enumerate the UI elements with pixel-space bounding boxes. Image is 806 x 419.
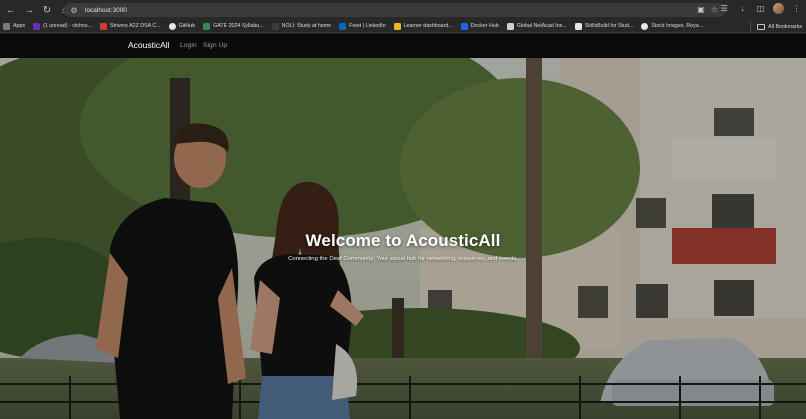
bookmark-item[interactable]: GATE 2024 Syllabu... bbox=[203, 21, 264, 32]
hero-title: Welcome to AcousticAll bbox=[305, 231, 501, 250]
bookmark-star-icon[interactable]: ☆ bbox=[711, 5, 718, 14]
bookmark-item[interactable]: Strivers A2Z DSA C... bbox=[99, 21, 161, 32]
bookmark-item[interactable]: Stock Images, Roya... bbox=[641, 21, 703, 32]
brand-logo[interactable]: AcousticAll bbox=[128, 40, 170, 50]
all-bookmarks-button[interactable]: All Bookmarks bbox=[750, 21, 802, 32]
address-bar[interactable]: ⚙ localhost:3000 ▣ ☆ bbox=[64, 3, 726, 17]
bookmark-item[interactable]: GitHub bbox=[168, 21, 195, 32]
menu-icon[interactable]: ⋮ bbox=[791, 3, 802, 14]
apps-grid-icon bbox=[3, 22, 10, 30]
side-panel-icon[interactable]: ◫ bbox=[755, 3, 766, 14]
bookmark-item[interactable]: (1 unread) - vishnu... bbox=[33, 21, 92, 32]
linkedin-icon bbox=[339, 22, 347, 30]
folder-icon bbox=[757, 23, 766, 30]
skillsbuild-icon bbox=[574, 22, 582, 30]
forward-icon[interactable]: → bbox=[22, 3, 36, 17]
reload-icon[interactable]: ↻ bbox=[40, 3, 54, 17]
hero-section: Welcome to AcousticAll Connecting the De… bbox=[0, 58, 806, 419]
profile-avatar[interactable] bbox=[773, 3, 784, 14]
app-navbar: AcousticAll Login Sign Up bbox=[0, 34, 806, 58]
site-info-icon[interactable]: ⚙ bbox=[69, 5, 79, 15]
signup-link[interactable]: Sign Up bbox=[203, 42, 227, 49]
hero-subtitle: Connecting the Deaf Community: Your soci… bbox=[288, 256, 518, 262]
bookmark-item[interactable]: Docker Hub bbox=[460, 21, 499, 32]
strivers-icon bbox=[99, 22, 107, 30]
learner-icon bbox=[393, 22, 401, 30]
bookmark-item[interactable]: Feed | LinkedIn bbox=[339, 21, 386, 32]
bookmarks-bar: Apps (1 unread) - vishnu... Strivers A2Z… bbox=[0, 20, 806, 33]
downloads-icon[interactable]: ↓ bbox=[737, 3, 748, 14]
netacad-icon bbox=[506, 22, 514, 30]
noli-icon bbox=[271, 22, 279, 30]
docker-icon bbox=[460, 22, 468, 30]
bookmark-item[interactable]: Learner dashboard... bbox=[393, 21, 453, 32]
bookmark-item[interactable]: Apps bbox=[3, 21, 25, 32]
extensions-icon[interactable]: ☰ bbox=[719, 3, 730, 14]
url-text[interactable]: localhost:3000 bbox=[85, 7, 127, 14]
bookmark-item[interactable]: NOLI: Study at home bbox=[271, 21, 331, 32]
bookmark-item[interactable]: SkillsBuild for Stud... bbox=[574, 21, 633, 32]
browser-toolbar: ← → ↻ ⌂ ⚙ localhost:3000 ▣ ☆ ☰ ↓ ◫ ⋮ bbox=[0, 0, 806, 20]
bookmark-item[interactable]: Global NetAcad Ins... bbox=[506, 21, 567, 32]
shutterstock-icon bbox=[641, 22, 649, 30]
github-icon bbox=[168, 22, 176, 30]
login-link[interactable]: Login bbox=[180, 42, 197, 49]
back-icon[interactable]: ← bbox=[4, 3, 18, 17]
install-app-icon[interactable]: ▣ bbox=[697, 5, 705, 14]
yahoo-mail-icon bbox=[33, 22, 41, 30]
gate-icon bbox=[203, 22, 211, 30]
